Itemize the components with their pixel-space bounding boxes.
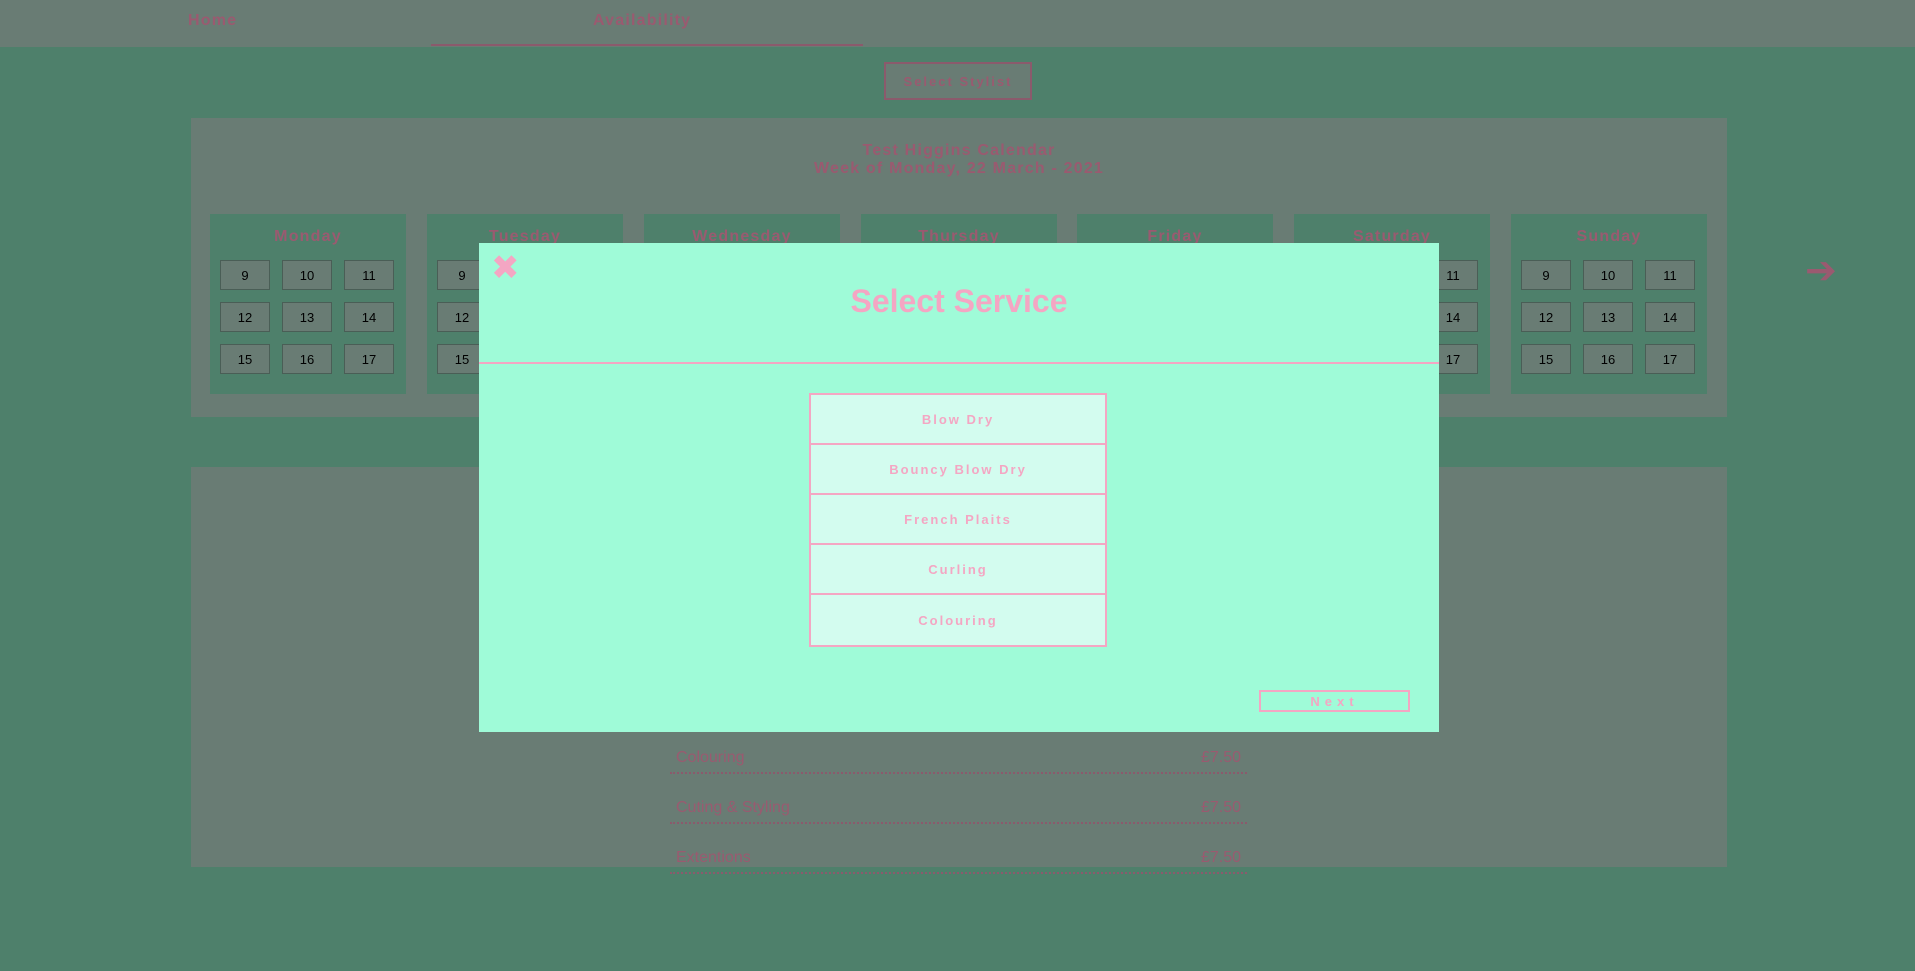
price-service: Cuting & Styling xyxy=(676,799,790,816)
service-option-curling[interactable]: Curling xyxy=(811,545,1105,595)
time-slot[interactable]: 10 xyxy=(282,260,332,290)
next-button[interactable]: Next xyxy=(1259,690,1410,712)
day-card-sunday: Sunday 9 10 11 12 13 14 15 16 17 xyxy=(1511,214,1707,394)
day-name: Monday xyxy=(274,228,342,245)
time-slot[interactable]: 14 xyxy=(344,302,394,332)
service-option-blow-dry[interactable]: Blow Dry xyxy=(811,395,1105,445)
service-option-french-plaits[interactable]: French Plaits xyxy=(811,495,1105,545)
close-icon[interactable]: ✖ xyxy=(491,251,520,285)
price-service: Extentions xyxy=(676,849,751,866)
time-slot[interactable]: 15 xyxy=(220,344,270,374)
time-slot[interactable]: 11 xyxy=(344,260,394,290)
time-slot[interactable]: 17 xyxy=(344,344,394,374)
service-option-colouring[interactable]: Colouring xyxy=(811,595,1105,645)
time-slot[interactable]: 15 xyxy=(1521,344,1571,374)
modal-divider xyxy=(479,362,1439,364)
time-slot[interactable]: 9 xyxy=(1521,260,1571,290)
calendar-week-label: Week of Monday, 22 March - 2021 xyxy=(813,160,1105,177)
time-slot[interactable]: 13 xyxy=(282,302,332,332)
service-option-bouncy-blow-dry[interactable]: Bouncy Blow Dry xyxy=(811,445,1105,495)
time-slot[interactable]: 9 xyxy=(220,260,270,290)
arrow-right-icon[interactable]: ➔ xyxy=(1805,248,1837,293)
price-amount: £7.50 xyxy=(1200,749,1241,766)
time-slot[interactable]: 16 xyxy=(282,344,332,374)
price-row: Colouring £7.50 xyxy=(670,744,1247,774)
select-service-modal: ✖ Select Service Blow Dry Bouncy Blow Dr… xyxy=(479,243,1439,732)
day-card-monday: Monday 9 10 11 12 13 14 15 16 17 xyxy=(210,214,406,394)
calendar-title: Test Higgins Calendar xyxy=(862,142,1056,159)
service-list: Blow Dry Bouncy Blow Dry French Plaits C… xyxy=(809,393,1107,647)
nav-availability-link[interactable]: Availability xyxy=(593,12,691,30)
modal-title: Select Service xyxy=(850,283,1068,319)
day-name: Sunday xyxy=(1576,228,1642,245)
nav-home-link[interactable]: Home xyxy=(188,12,237,30)
time-slot[interactable]: 13 xyxy=(1583,302,1633,332)
price-amount: £7.50 xyxy=(1200,849,1241,866)
price-row: Extentions £7.50 xyxy=(670,844,1247,874)
time-slot[interactable]: 12 xyxy=(1521,302,1571,332)
time-slot[interactable]: 17 xyxy=(1645,344,1695,374)
price-service: Colouring xyxy=(676,749,745,766)
price-amount: £7.50 xyxy=(1200,799,1241,816)
nav-active-indicator xyxy=(431,44,863,46)
select-stylist-button[interactable]: Select Stylist xyxy=(884,62,1032,100)
time-slot[interactable]: 10 xyxy=(1583,260,1633,290)
time-slot[interactable]: 14 xyxy=(1645,302,1695,332)
time-slot[interactable]: 16 xyxy=(1583,344,1633,374)
time-slot[interactable]: 11 xyxy=(1645,260,1695,290)
price-row: Cuting & Styling £7.50 xyxy=(670,794,1247,824)
time-slot[interactable]: 12 xyxy=(220,302,270,332)
top-nav: Home Availability xyxy=(0,0,1915,47)
